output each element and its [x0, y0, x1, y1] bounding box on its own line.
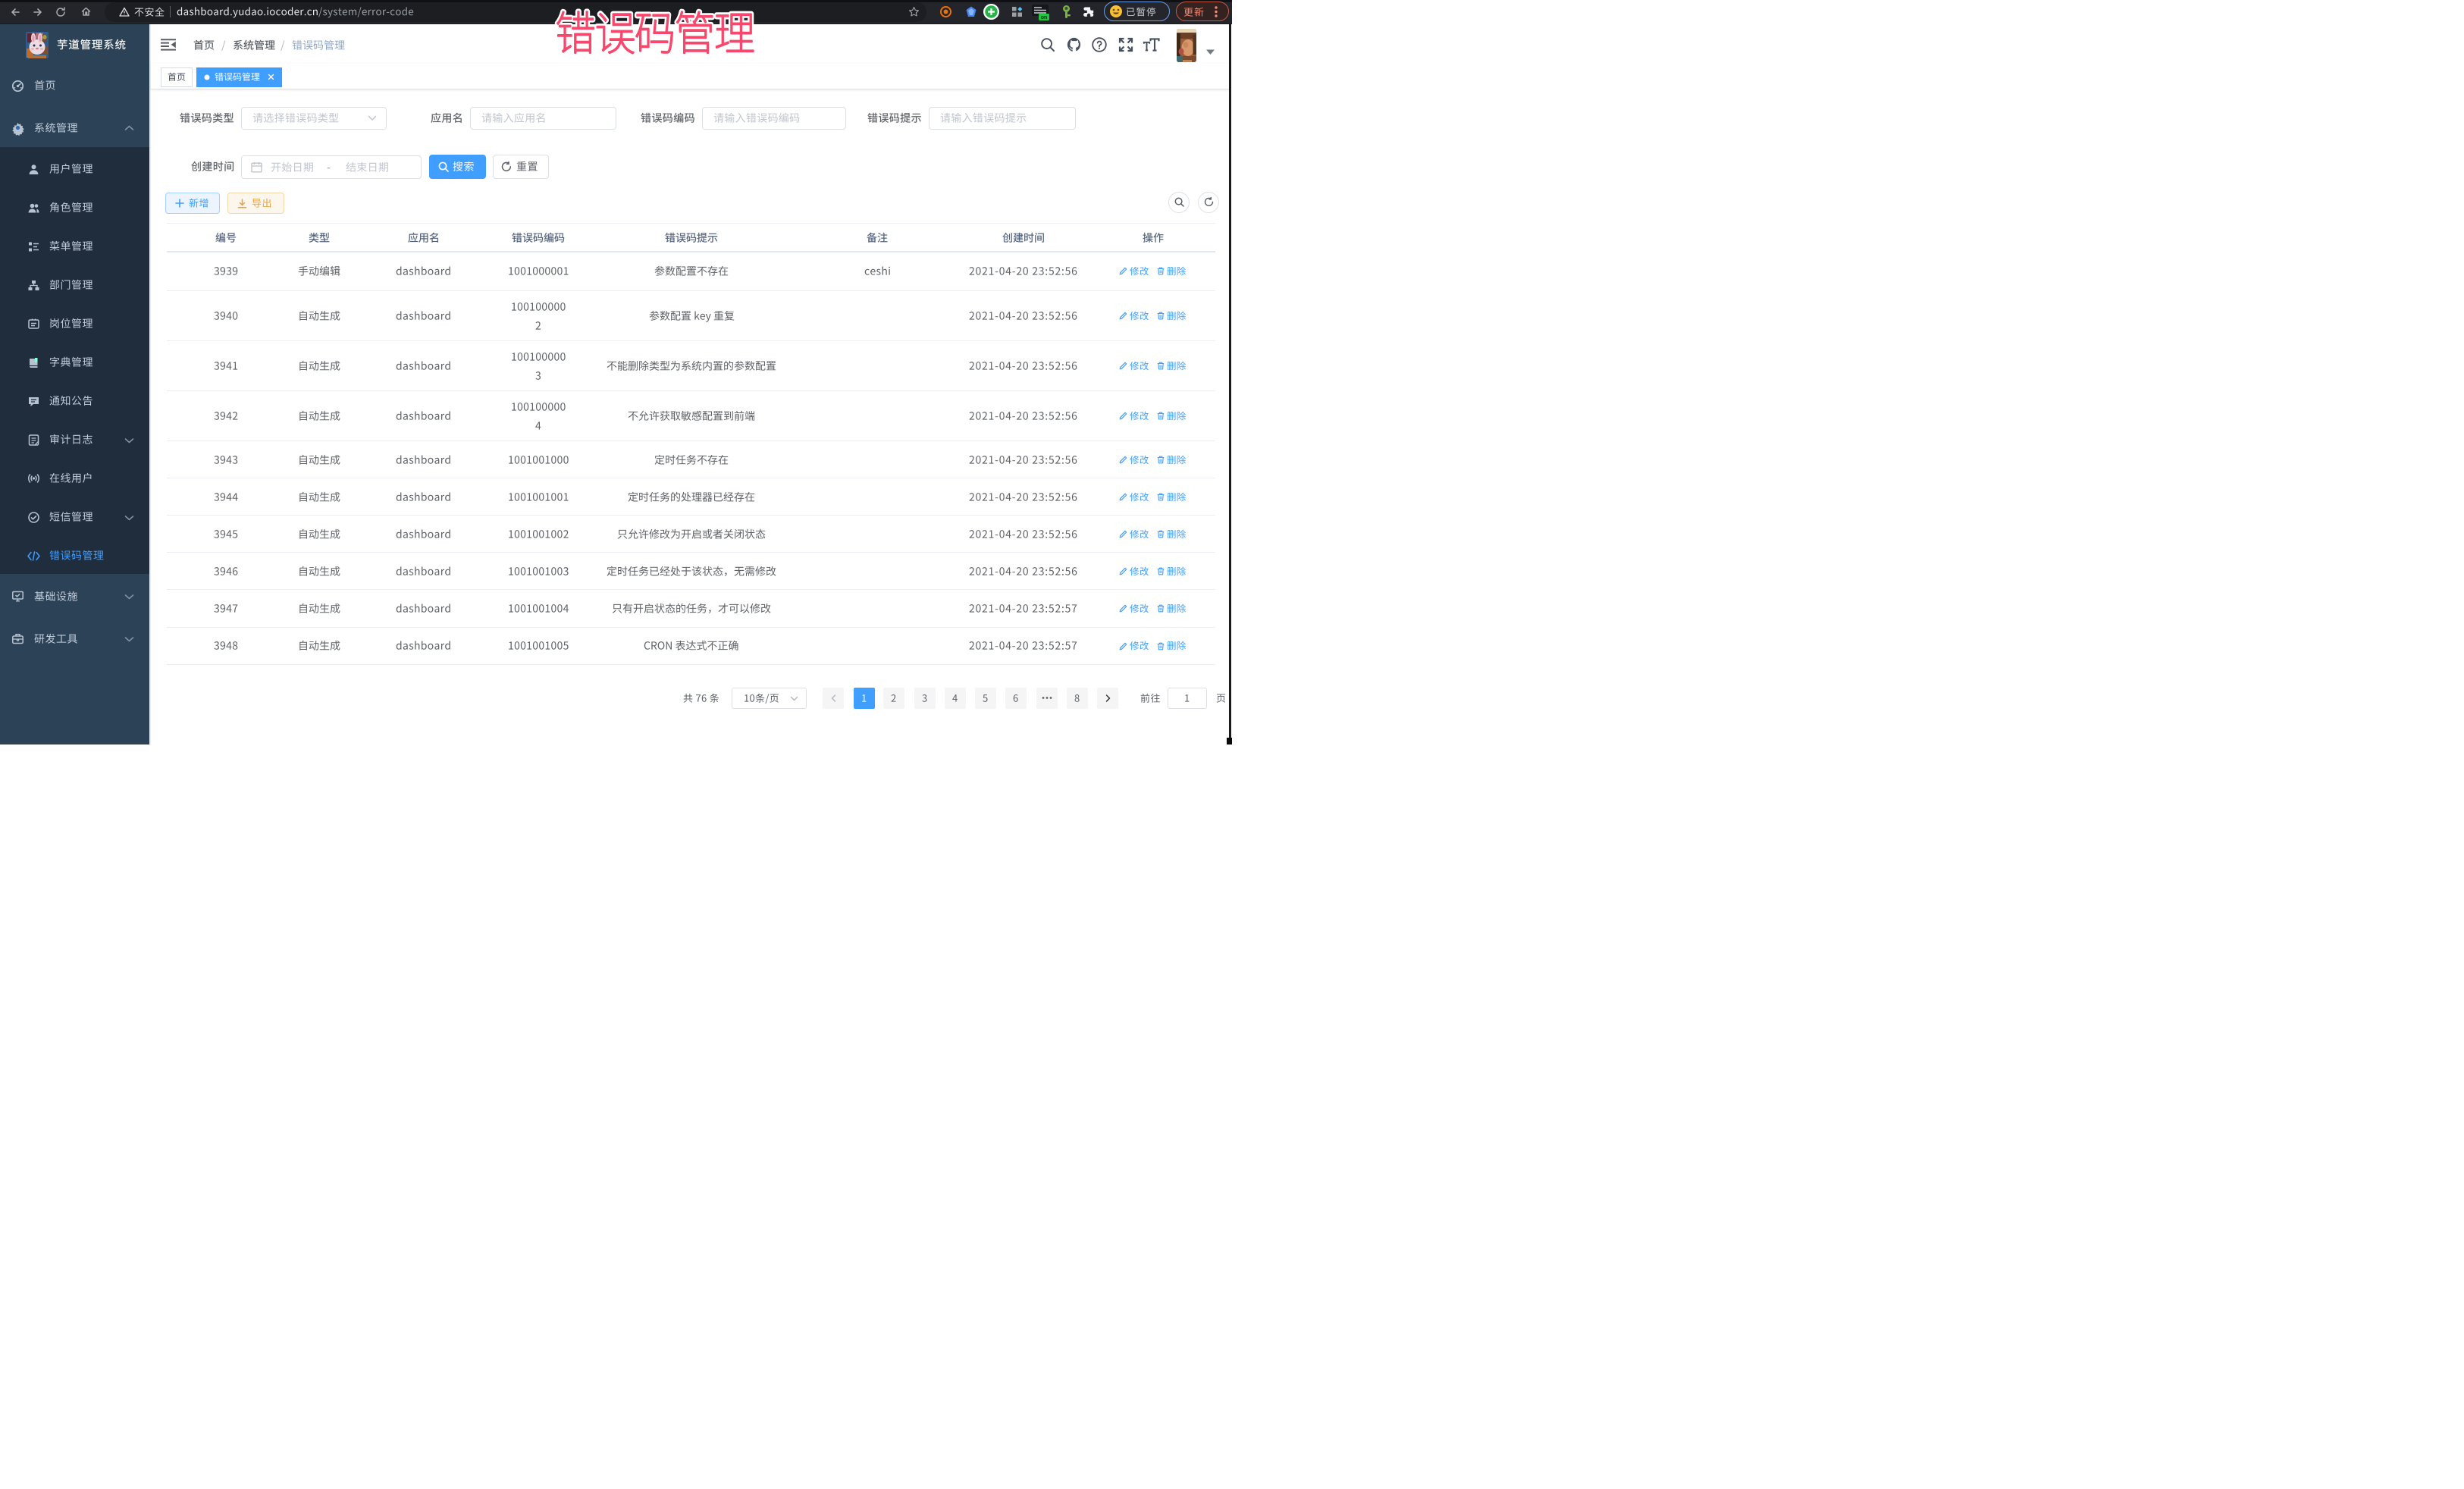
- svg-text:on: on: [1041, 15, 1048, 20]
